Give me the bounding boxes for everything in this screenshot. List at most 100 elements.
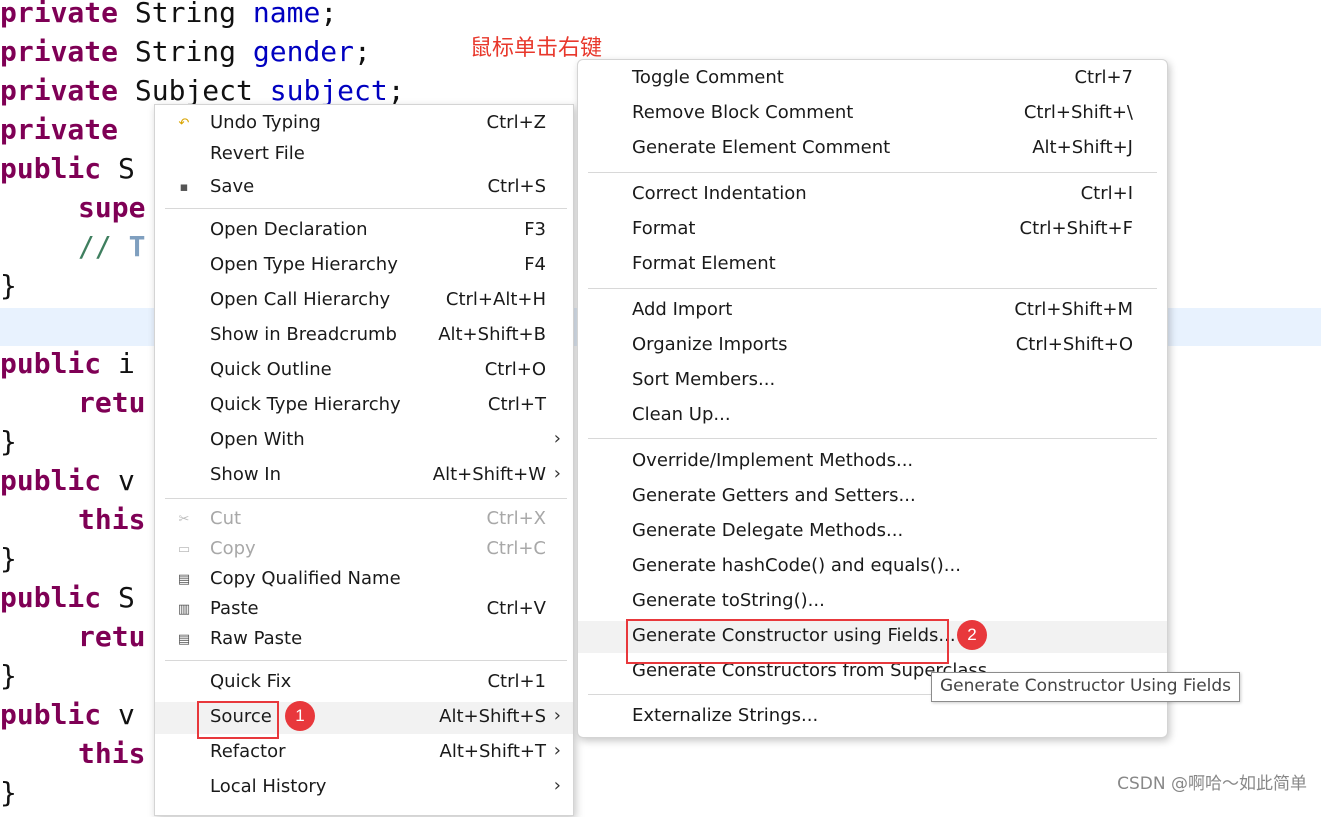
menu-item-local-history[interactable]: Local History › <box>155 772 573 804</box>
menu-item-raw-paste[interactable]: ▤ Raw Paste <box>155 624 573 656</box>
menu-item-open-type-hierarchy[interactable]: Open Type Hierarchy F4 <box>155 250 573 282</box>
tooltip: Generate Constructor Using Fields <box>931 672 1241 702</box>
menu-item-quick-type-hierarchy[interactable]: Quick Type Hierarchy Ctrl+T <box>155 390 573 422</box>
menu-item-shortcut: Ctrl+7 <box>1074 67 1133 88</box>
menu-item-correct-indentation[interactable]: Correct Indentation Ctrl+I <box>578 179 1167 211</box>
menu-item-organize-imports[interactable]: Organize Imports Ctrl+Shift+O <box>578 330 1167 362</box>
menu-item-shortcut: Ctrl+1 <box>487 671 546 692</box>
code-text: ; <box>320 0 338 29</box>
code-text: ; <box>354 35 371 68</box>
code-text: String <box>118 0 253 29</box>
menu-item-undo-typing[interactable]: ↶ Undo Typing Ctrl+Z <box>155 108 573 140</box>
code-keyword: retu <box>78 620 146 653</box>
menu-item-generate-element-comment[interactable]: Generate Element Comment Alt+Shift+J <box>578 133 1167 165</box>
menu-item-shortcut: Ctrl+O <box>484 359 546 380</box>
menu-item-shortcut: Ctrl+Alt+H <box>445 289 546 310</box>
right-click-annotation: 鼠标单击右键 <box>470 36 603 61</box>
menu-item-add-import[interactable]: Add Import Ctrl+Shift+M <box>578 295 1167 327</box>
menu-item-shortcut: Alt+Shift+W <box>432 464 546 485</box>
menu-item-cut: ✂ Cut Ctrl+X <box>155 504 573 536</box>
menu-item-label: Generate Delegate Methods... <box>632 520 904 541</box>
menu-item-label: Open Declaration <box>210 219 368 240</box>
menu-item-remove-block-comment[interactable]: Remove Block Comment Ctrl+Shift+\ <box>578 98 1167 130</box>
menu-item-label: Revert File <box>210 143 305 164</box>
paste-icon: ▥ <box>177 602 191 617</box>
menu-item-label: Clean Up... <box>632 404 731 425</box>
menu-item-save[interactable]: ▪ Save Ctrl+S <box>155 172 573 204</box>
menu-item-generate-getters-and-setters[interactable]: Generate Getters and Setters... <box>578 481 1167 513</box>
menu-item-generate-hashcode-and-equals[interactable]: Generate hashCode() and equals()... <box>578 551 1167 583</box>
code-line: public S <box>0 154 135 193</box>
menu-item-label: Raw Paste <box>210 628 303 649</box>
code-line: retu <box>78 622 145 661</box>
menu-item-label: Generate Getters and Setters... <box>632 485 916 506</box>
menu-item-copy-qualified-name[interactable]: ▤ Copy Qualified Name <box>155 564 573 596</box>
menu-item-label: Format <box>632 218 696 239</box>
menu-item-generate-tostring[interactable]: Generate toString()... <box>578 586 1167 618</box>
code-keyword: this <box>78 737 146 770</box>
code-line: public v <box>0 700 135 739</box>
code-keyword: public <box>0 152 102 185</box>
code-keyword: retu <box>78 386 146 419</box>
copy-qualified-icon: ▤ <box>177 572 191 587</box>
chevron-right-icon: › <box>553 705 561 726</box>
menu-item-format-element[interactable]: Format Element <box>578 249 1167 281</box>
menu-item-show-in[interactable]: Show In Alt+Shift+W › <box>155 460 573 492</box>
code-keyword: supe <box>78 191 146 224</box>
menu-item-revert-file[interactable]: Revert File <box>155 139 573 171</box>
code-keyword: private <box>0 74 119 107</box>
code-line: } <box>0 271 17 310</box>
menu-item-shortcut: F3 <box>524 219 546 240</box>
code-text: i <box>101 347 135 380</box>
menu-item-shortcut: Ctrl+Shift+M <box>1014 299 1133 320</box>
menu-item-refactor[interactable]: Refactor Alt+Shift+T › <box>155 737 573 769</box>
menu-item-toggle-comment[interactable]: Toggle Comment Ctrl+7 <box>578 63 1167 95</box>
code-keyword: private <box>0 35 119 68</box>
menu-item-shortcut: Ctrl+C <box>486 538 546 559</box>
menu-item-clean-up[interactable]: Clean Up... <box>578 400 1167 432</box>
menu-item-generate-delegate-methods[interactable]: Generate Delegate Methods... <box>578 516 1167 548</box>
menu-item-show-in-breadcrumb[interactable]: Show in Breadcrumb Alt+Shift+B <box>155 320 573 352</box>
code-line: public v <box>0 466 135 505</box>
menu-item-open-declaration[interactable]: Open Declaration F3 <box>155 215 573 247</box>
menu-item-paste[interactable]: ▥ Paste Ctrl+V <box>155 594 573 626</box>
menu-item-shortcut: Ctrl+V <box>486 598 546 619</box>
code-field: subject <box>269 74 388 107</box>
menu-item-label: Show In <box>210 464 282 485</box>
code-text: } <box>0 269 17 302</box>
menu-item-externalize-strings[interactable]: Externalize Strings... <box>578 701 1167 733</box>
menu-item-override-implement-methods[interactable]: Override/Implement Methods... <box>578 446 1167 478</box>
menu-item-label: Toggle Comment <box>632 67 784 88</box>
menu-item-label: Quick Outline <box>210 359 332 380</box>
menu-item-shortcut: F4 <box>524 254 546 275</box>
menu-item-shortcut: Ctrl+I <box>1080 183 1133 204</box>
menu-item-label: Quick Type Hierarchy <box>210 394 401 415</box>
menu-separator <box>588 172 1157 173</box>
menu-item-label: Externalize Strings... <box>632 705 819 726</box>
code-keyword: public <box>0 581 102 614</box>
menu-separator <box>165 498 567 499</box>
menu-item-sort-members[interactable]: Sort Members... <box>578 365 1167 397</box>
undo-icon: ↶ <box>178 116 190 131</box>
menu-item-quick-outline[interactable]: Quick Outline Ctrl+O <box>155 355 573 387</box>
menu-item-copy: ▭ Copy Ctrl+C <box>155 534 573 566</box>
code-line: public i <box>0 349 135 388</box>
code-line: supe <box>78 193 145 232</box>
menu-item-format[interactable]: Format Ctrl+Shift+F <box>578 214 1167 246</box>
step-2-badge: 2 <box>957 620 987 650</box>
menu-item-shortcut: Ctrl+Z <box>486 112 546 133</box>
menu-item-label: Local History <box>210 776 327 797</box>
code-line: } <box>0 544 17 583</box>
chevron-right-icon: › <box>553 740 561 761</box>
menu-item-label: Refactor <box>210 741 286 762</box>
menu-separator <box>165 660 567 661</box>
menu-item-quick-fix[interactable]: Quick Fix Ctrl+1 <box>155 667 573 699</box>
code-comment: // <box>78 230 129 263</box>
menu-item-label: Open Type Hierarchy <box>210 254 398 275</box>
code-text: } <box>0 542 17 575</box>
menu-item-label: Sort Members... <box>632 369 776 390</box>
menu-item-label: Undo Typing <box>210 112 321 133</box>
menu-item-open-call-hierarchy[interactable]: Open Call Hierarchy Ctrl+Alt+H <box>155 285 573 317</box>
menu-separator <box>165 208 567 209</box>
menu-item-open-with[interactable]: Open With › <box>155 425 573 457</box>
